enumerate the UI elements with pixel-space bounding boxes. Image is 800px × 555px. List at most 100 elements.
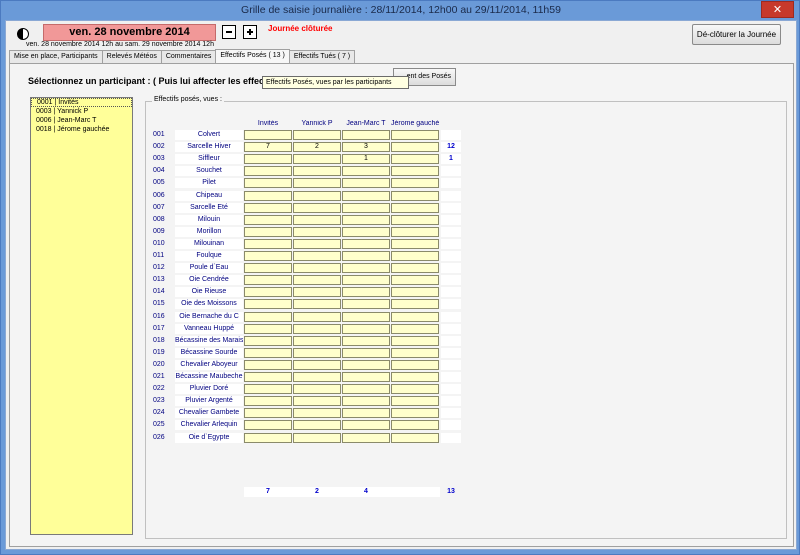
count-input[interactable] — [391, 324, 439, 334]
count-input[interactable] — [342, 299, 390, 309]
count-input[interactable] — [342, 239, 390, 249]
count-input[interactable] — [342, 263, 390, 273]
list-item[interactable]: 0018 | Jérome gauchée — [31, 125, 132, 134]
count-input[interactable] — [391, 178, 439, 188]
count-input[interactable] — [293, 203, 341, 213]
list-item[interactable]: 0001 | Invités — [31, 98, 132, 107]
count-input[interactable] — [391, 215, 439, 225]
count-input[interactable]: 7 — [244, 142, 292, 152]
count-input[interactable] — [244, 348, 292, 358]
count-input[interactable] — [391, 312, 439, 322]
count-input[interactable] — [293, 275, 341, 285]
count-input[interactable] — [342, 384, 390, 394]
count-input[interactable] — [244, 191, 292, 201]
count-input[interactable] — [342, 203, 390, 213]
count-input[interactable] — [293, 154, 341, 164]
count-input[interactable] — [293, 239, 341, 249]
count-input[interactable] — [342, 287, 390, 297]
count-input[interactable] — [293, 336, 341, 346]
count-input[interactable] — [244, 433, 292, 443]
count-input[interactable] — [342, 408, 390, 418]
count-input[interactable] — [244, 312, 292, 322]
list-item[interactable]: 0006 | Jean-Marc T — [31, 116, 132, 125]
count-input[interactable] — [293, 215, 341, 225]
count-input[interactable] — [342, 191, 390, 201]
count-input[interactable] — [244, 275, 292, 285]
count-input[interactable] — [244, 215, 292, 225]
count-input[interactable]: 2 — [293, 142, 341, 152]
count-input[interactable] — [391, 142, 439, 152]
count-input[interactable] — [244, 263, 292, 273]
list-item[interactable]: 0003 | Yannick P — [31, 107, 132, 116]
count-input[interactable] — [342, 348, 390, 358]
count-input[interactable] — [244, 299, 292, 309]
count-input[interactable] — [293, 166, 341, 176]
count-input[interactable] — [391, 408, 439, 418]
count-input[interactable] — [342, 275, 390, 285]
count-input[interactable] — [391, 372, 439, 382]
count-input[interactable] — [391, 299, 439, 309]
count-input[interactable] — [244, 384, 292, 394]
count-input[interactable] — [293, 251, 341, 261]
count-input[interactable] — [293, 408, 341, 418]
count-input[interactable] — [342, 396, 390, 406]
count-input[interactable] — [244, 372, 292, 382]
count-input[interactable] — [391, 275, 439, 285]
count-input[interactable] — [342, 420, 390, 430]
count-input[interactable] — [391, 348, 439, 358]
decloture-button[interactable]: Dé-clôturer la Journée — [692, 24, 781, 45]
count-input[interactable] — [342, 372, 390, 382]
count-input[interactable] — [293, 130, 341, 140]
count-input[interactable] — [342, 433, 390, 443]
count-input[interactable] — [244, 130, 292, 140]
count-input[interactable] — [293, 420, 341, 430]
count-input[interactable]: 3 — [342, 142, 390, 152]
tab-effectifs-tues[interactable]: Effectifs Tués ( 7 ) — [288, 50, 356, 63]
previous-day-button[interactable] — [222, 25, 236, 39]
count-input[interactable] — [391, 251, 439, 261]
count-input[interactable] — [342, 312, 390, 322]
count-input[interactable] — [391, 336, 439, 346]
count-input[interactable] — [293, 324, 341, 334]
count-input[interactable] — [244, 227, 292, 237]
next-day-button[interactable] — [243, 25, 257, 39]
count-input[interactable] — [293, 227, 341, 237]
count-input[interactable] — [244, 251, 292, 261]
count-input[interactable] — [391, 384, 439, 394]
count-input[interactable] — [293, 178, 341, 188]
count-input[interactable] — [391, 287, 439, 297]
count-input[interactable] — [293, 360, 341, 370]
count-input[interactable] — [244, 408, 292, 418]
participant-list[interactable]: 0001 | Invités 0003 | Yannick P 0006 | J… — [30, 97, 133, 535]
count-input[interactable] — [244, 420, 292, 430]
count-input[interactable] — [244, 396, 292, 406]
count-input[interactable] — [391, 227, 439, 237]
count-input[interactable] — [244, 154, 292, 164]
count-input[interactable] — [293, 287, 341, 297]
count-input[interactable] — [391, 154, 439, 164]
count-input[interactable] — [244, 360, 292, 370]
count-input[interactable] — [391, 263, 439, 273]
count-input[interactable] — [244, 324, 292, 334]
count-input[interactable] — [293, 433, 341, 443]
count-input[interactable]: 1 — [342, 154, 390, 164]
tab-commentaires[interactable]: Commentaires — [160, 50, 217, 63]
count-input[interactable] — [293, 263, 341, 273]
count-input[interactable] — [342, 227, 390, 237]
count-input[interactable] — [244, 239, 292, 249]
count-input[interactable] — [391, 360, 439, 370]
tab-effectifs-poses[interactable]: Effectifs Posés ( 13 ) — [215, 49, 290, 63]
count-input[interactable] — [342, 166, 390, 176]
count-input[interactable] — [391, 420, 439, 430]
count-input[interactable] — [391, 130, 439, 140]
count-input[interactable] — [293, 384, 341, 394]
count-input[interactable] — [293, 312, 341, 322]
count-input[interactable] — [244, 336, 292, 346]
count-input[interactable] — [293, 396, 341, 406]
close-button[interactable]: ✕ — [761, 1, 794, 18]
count-input[interactable] — [293, 372, 341, 382]
count-input[interactable] — [293, 191, 341, 201]
count-input[interactable] — [244, 178, 292, 188]
count-input[interactable] — [342, 178, 390, 188]
count-input[interactable] — [391, 203, 439, 213]
